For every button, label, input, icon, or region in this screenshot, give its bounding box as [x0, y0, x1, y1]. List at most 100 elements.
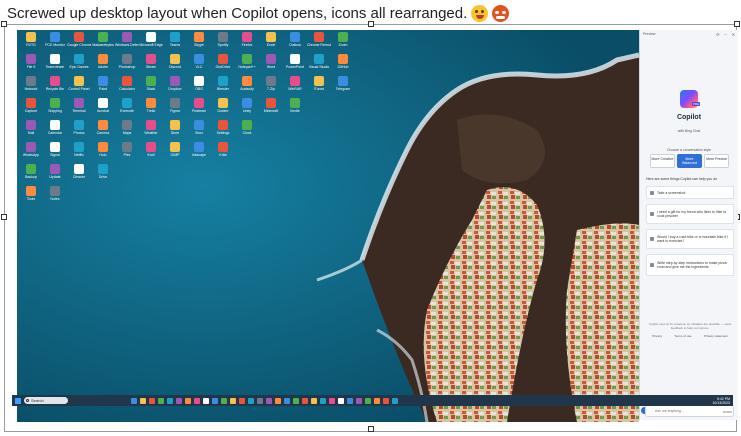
- desktop-icon[interactable]: Teamviewer: [43, 54, 67, 76]
- desktop-icon[interactable]: Inkscape: [187, 142, 211, 164]
- desktop-icon[interactable]: Weather: [139, 120, 163, 142]
- desktop-icon[interactable]: OneDrive: [211, 54, 235, 76]
- desktop-icon[interactable]: Epic Games: [67, 54, 91, 76]
- desktop-icon[interactable]: Settings: [211, 120, 235, 142]
- desktop-icon[interactable]: Tools: [19, 186, 43, 208]
- suggestion-card[interactable]: Take a screenshot: [646, 186, 734, 199]
- taskbar-app-icon[interactable]: [302, 397, 308, 404]
- desktop-icon[interactable]: Adobe: [91, 54, 115, 76]
- desktop-icon[interactable]: Teams: [163, 32, 187, 54]
- desktop-icon[interactable]: Chrome Remote: [307, 32, 331, 54]
- style-balanced-button[interactable]: More Balanced: [677, 154, 702, 168]
- taskbar-search[interactable]: Search: [24, 397, 68, 404]
- desktop-icon[interactable]: Outlook: [283, 32, 307, 54]
- taskbar-app-icon[interactable]: [257, 397, 263, 404]
- desktop-icon[interactable]: Network: [19, 76, 43, 98]
- taskbar-app-icon[interactable]: [158, 397, 164, 404]
- desktop-icon[interactable]: 7-Zip: [259, 76, 283, 98]
- taskbar-app-icon[interactable]: [329, 397, 335, 404]
- chat-input[interactable]: [655, 409, 715, 413]
- desktop-icon[interactable]: Visual Studio: [307, 54, 331, 76]
- refresh-icon[interactable]: ⟳: [716, 32, 719, 37]
- start-icon[interactable]: [15, 397, 21, 404]
- desktop-icon[interactable]: Kindle: [283, 98, 307, 120]
- desktop-icon[interactable]: VLC: [187, 54, 211, 76]
- desktop-icon[interactable]: Snipping: [43, 98, 67, 120]
- taskbar-app-icon[interactable]: [311, 397, 317, 404]
- taskbar-app-icon[interactable]: [185, 397, 191, 404]
- taskbar-app-icon[interactable]: [167, 397, 173, 404]
- desktop-icon[interactable]: Notes: [43, 186, 67, 208]
- desktop-icon[interactable]: Update: [43, 164, 67, 186]
- desktop-icon[interactable]: Spotify: [211, 32, 235, 54]
- taskbar-app-icon[interactable]: [347, 397, 353, 404]
- desktop-icon[interactable]: Postman: [187, 98, 211, 120]
- taskbar-app-icon[interactable]: [212, 397, 218, 404]
- desktop-icon[interactable]: Store: [163, 120, 187, 142]
- desktop-icon[interactable]: Zoom: [331, 32, 355, 54]
- taskbar-app-icon[interactable]: [383, 397, 389, 404]
- taskbar-app-icon[interactable]: [176, 397, 182, 404]
- resize-handle-left[interactable]: [1, 214, 7, 220]
- desktop-icon[interactable]: Cleaner: [67, 164, 91, 186]
- desktop-icon[interactable]: Windows Defender: [115, 32, 139, 54]
- desktop-icon[interactable]: Camera: [91, 120, 115, 142]
- desktop-icon[interactable]: Krita: [211, 142, 235, 164]
- desktop-icon[interactable]: Blender: [211, 76, 235, 98]
- taskbar-app-icon[interactable]: [140, 397, 146, 404]
- desktop-icon[interactable]: Backup: [19, 164, 43, 186]
- desktop-icon[interactable]: Figma: [163, 98, 187, 120]
- taskbar-app-icon[interactable]: [365, 397, 371, 404]
- desktop-icon[interactable]: Trello: [139, 98, 163, 120]
- style-creative-button[interactable]: More Creative: [650, 154, 675, 168]
- desktop-icon[interactable]: Dropbox: [163, 76, 187, 98]
- desktop-icon[interactable]: Paint: [91, 76, 115, 98]
- desktop-icon[interactable]: Terminal: [67, 98, 91, 120]
- desktop-icon[interactable]: Google Chrome: [67, 32, 91, 54]
- privacy-statement-link[interactable]: Privacy statement: [704, 334, 728, 338]
- desktop-icon[interactable]: Photoshop: [115, 54, 139, 76]
- more-options-icon[interactable]: ⋯: [724, 32, 728, 37]
- desktop-icon[interactable]: Xbox: [187, 120, 211, 142]
- clock[interactable]: 5:42 PM 10/13/2023: [712, 397, 730, 405]
- taskbar-app-icon[interactable]: [293, 397, 299, 404]
- desktop-icon[interactable]: Telegram: [331, 76, 355, 98]
- resize-handle-top-left[interactable]: [1, 21, 7, 27]
- desktop-icon[interactable]: Steam: [139, 54, 163, 76]
- taskbar-app-icon[interactable]: [284, 397, 290, 404]
- desktop-icon[interactable]: Plex: [115, 142, 139, 164]
- desktop-icon[interactable]: Microsoft Edge: [139, 32, 163, 54]
- resize-handle-top[interactable]: [368, 21, 374, 27]
- taskbar-app-icon[interactable]: [248, 397, 254, 404]
- taskbar-app-icon[interactable]: [356, 397, 362, 404]
- desktop-icon[interactable]: GitHub: [331, 54, 355, 76]
- desktop-icon[interactable]: Slack: [139, 76, 163, 98]
- desktop-icon[interactable]: PCE Monitor: [43, 32, 67, 54]
- desktop-icon[interactable]: Discord: [163, 54, 187, 76]
- desktop-icon[interactable]: Drive: [91, 164, 115, 186]
- desktop-icon[interactable]: Control Panel: [67, 76, 91, 98]
- taskbar-app-icon[interactable]: [320, 397, 326, 404]
- desktop-icon[interactable]: File 6: [19, 54, 43, 76]
- desktop-icon[interactable]: WhatsApp: [19, 142, 43, 164]
- resize-handle-top-right[interactable]: [734, 21, 740, 27]
- desktop-icon[interactable]: Skype: [187, 32, 211, 54]
- desktop-icon[interactable]: Evernote: [115, 98, 139, 120]
- desktop-icon[interactable]: Unity: [235, 98, 259, 120]
- taskbar-app-icon[interactable]: [275, 397, 281, 404]
- desktop-icon[interactable]: Minecraft: [259, 98, 283, 120]
- taskbar-app-icon[interactable]: [374, 397, 380, 404]
- taskbar-app-icon[interactable]: [149, 397, 155, 404]
- desktop-icon[interactable]: Docker: [211, 98, 235, 120]
- taskbar-app-icon[interactable]: [131, 397, 137, 404]
- desktop-icon[interactable]: Photos: [67, 120, 91, 142]
- suggestion-card[interactable]: I need a gift for my friend who likes to…: [646, 204, 734, 224]
- desktop-icon[interactable]: iTunes: [307, 76, 331, 98]
- desktop-icon[interactable]: Clock: [235, 120, 259, 142]
- desktop-icon[interactable]: Kodi: [139, 142, 163, 164]
- desktop-icon[interactable]: Capture: [19, 98, 43, 120]
- desktop-icon[interactable]: Word: [259, 54, 283, 76]
- desktop-icon[interactable]: Malwarebytes: [91, 32, 115, 54]
- taskbar-app-icon[interactable]: [194, 397, 200, 404]
- terms-link[interactable]: Terms of use: [674, 334, 691, 338]
